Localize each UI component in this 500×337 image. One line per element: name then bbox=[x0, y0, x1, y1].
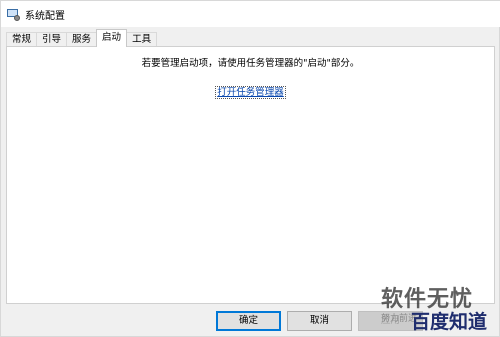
tab-tools[interactable]: 工具 bbox=[126, 32, 158, 47]
system-config-icon bbox=[7, 8, 20, 21]
task-manager-link-row: 打开任务管理器 bbox=[7, 84, 494, 99]
tab-boot[interactable]: 引导 bbox=[36, 32, 68, 47]
startup-message: 若要管理启动项，请使用任务管理器的"启动"部分。 bbox=[141, 58, 360, 69]
ok-button[interactable]: 确定 bbox=[216, 311, 281, 331]
window-title: 系统配置 bbox=[25, 10, 65, 22]
cancel-button[interactable]: 取消 bbox=[287, 311, 352, 331]
watermark-overlay: 软件无忧 努力前进 百度知道 bbox=[377, 279, 499, 337]
open-task-manager-link[interactable]: 打开任务管理器 bbox=[215, 86, 286, 99]
tab-general[interactable]: 常规 bbox=[6, 32, 38, 47]
tab-startup[interactable]: 启动 bbox=[96, 29, 128, 47]
watermark-text-3: 百度知道 bbox=[411, 311, 488, 333]
tab-bar: 常规 引导 服务 启动 工具 bbox=[6, 29, 158, 47]
title-bar: 系统配置 bbox=[1, 1, 500, 27]
startup-panel: 若要管理启动项，请使用任务管理器的"启动"部分。 打开任务管理器 bbox=[6, 46, 495, 304]
tab-services[interactable]: 服务 bbox=[66, 32, 98, 47]
system-config-window: 系统配置 常规 引导 服务 启动 工具 若要管理启动项，请使用任务管理器的"启动… bbox=[0, 0, 500, 337]
